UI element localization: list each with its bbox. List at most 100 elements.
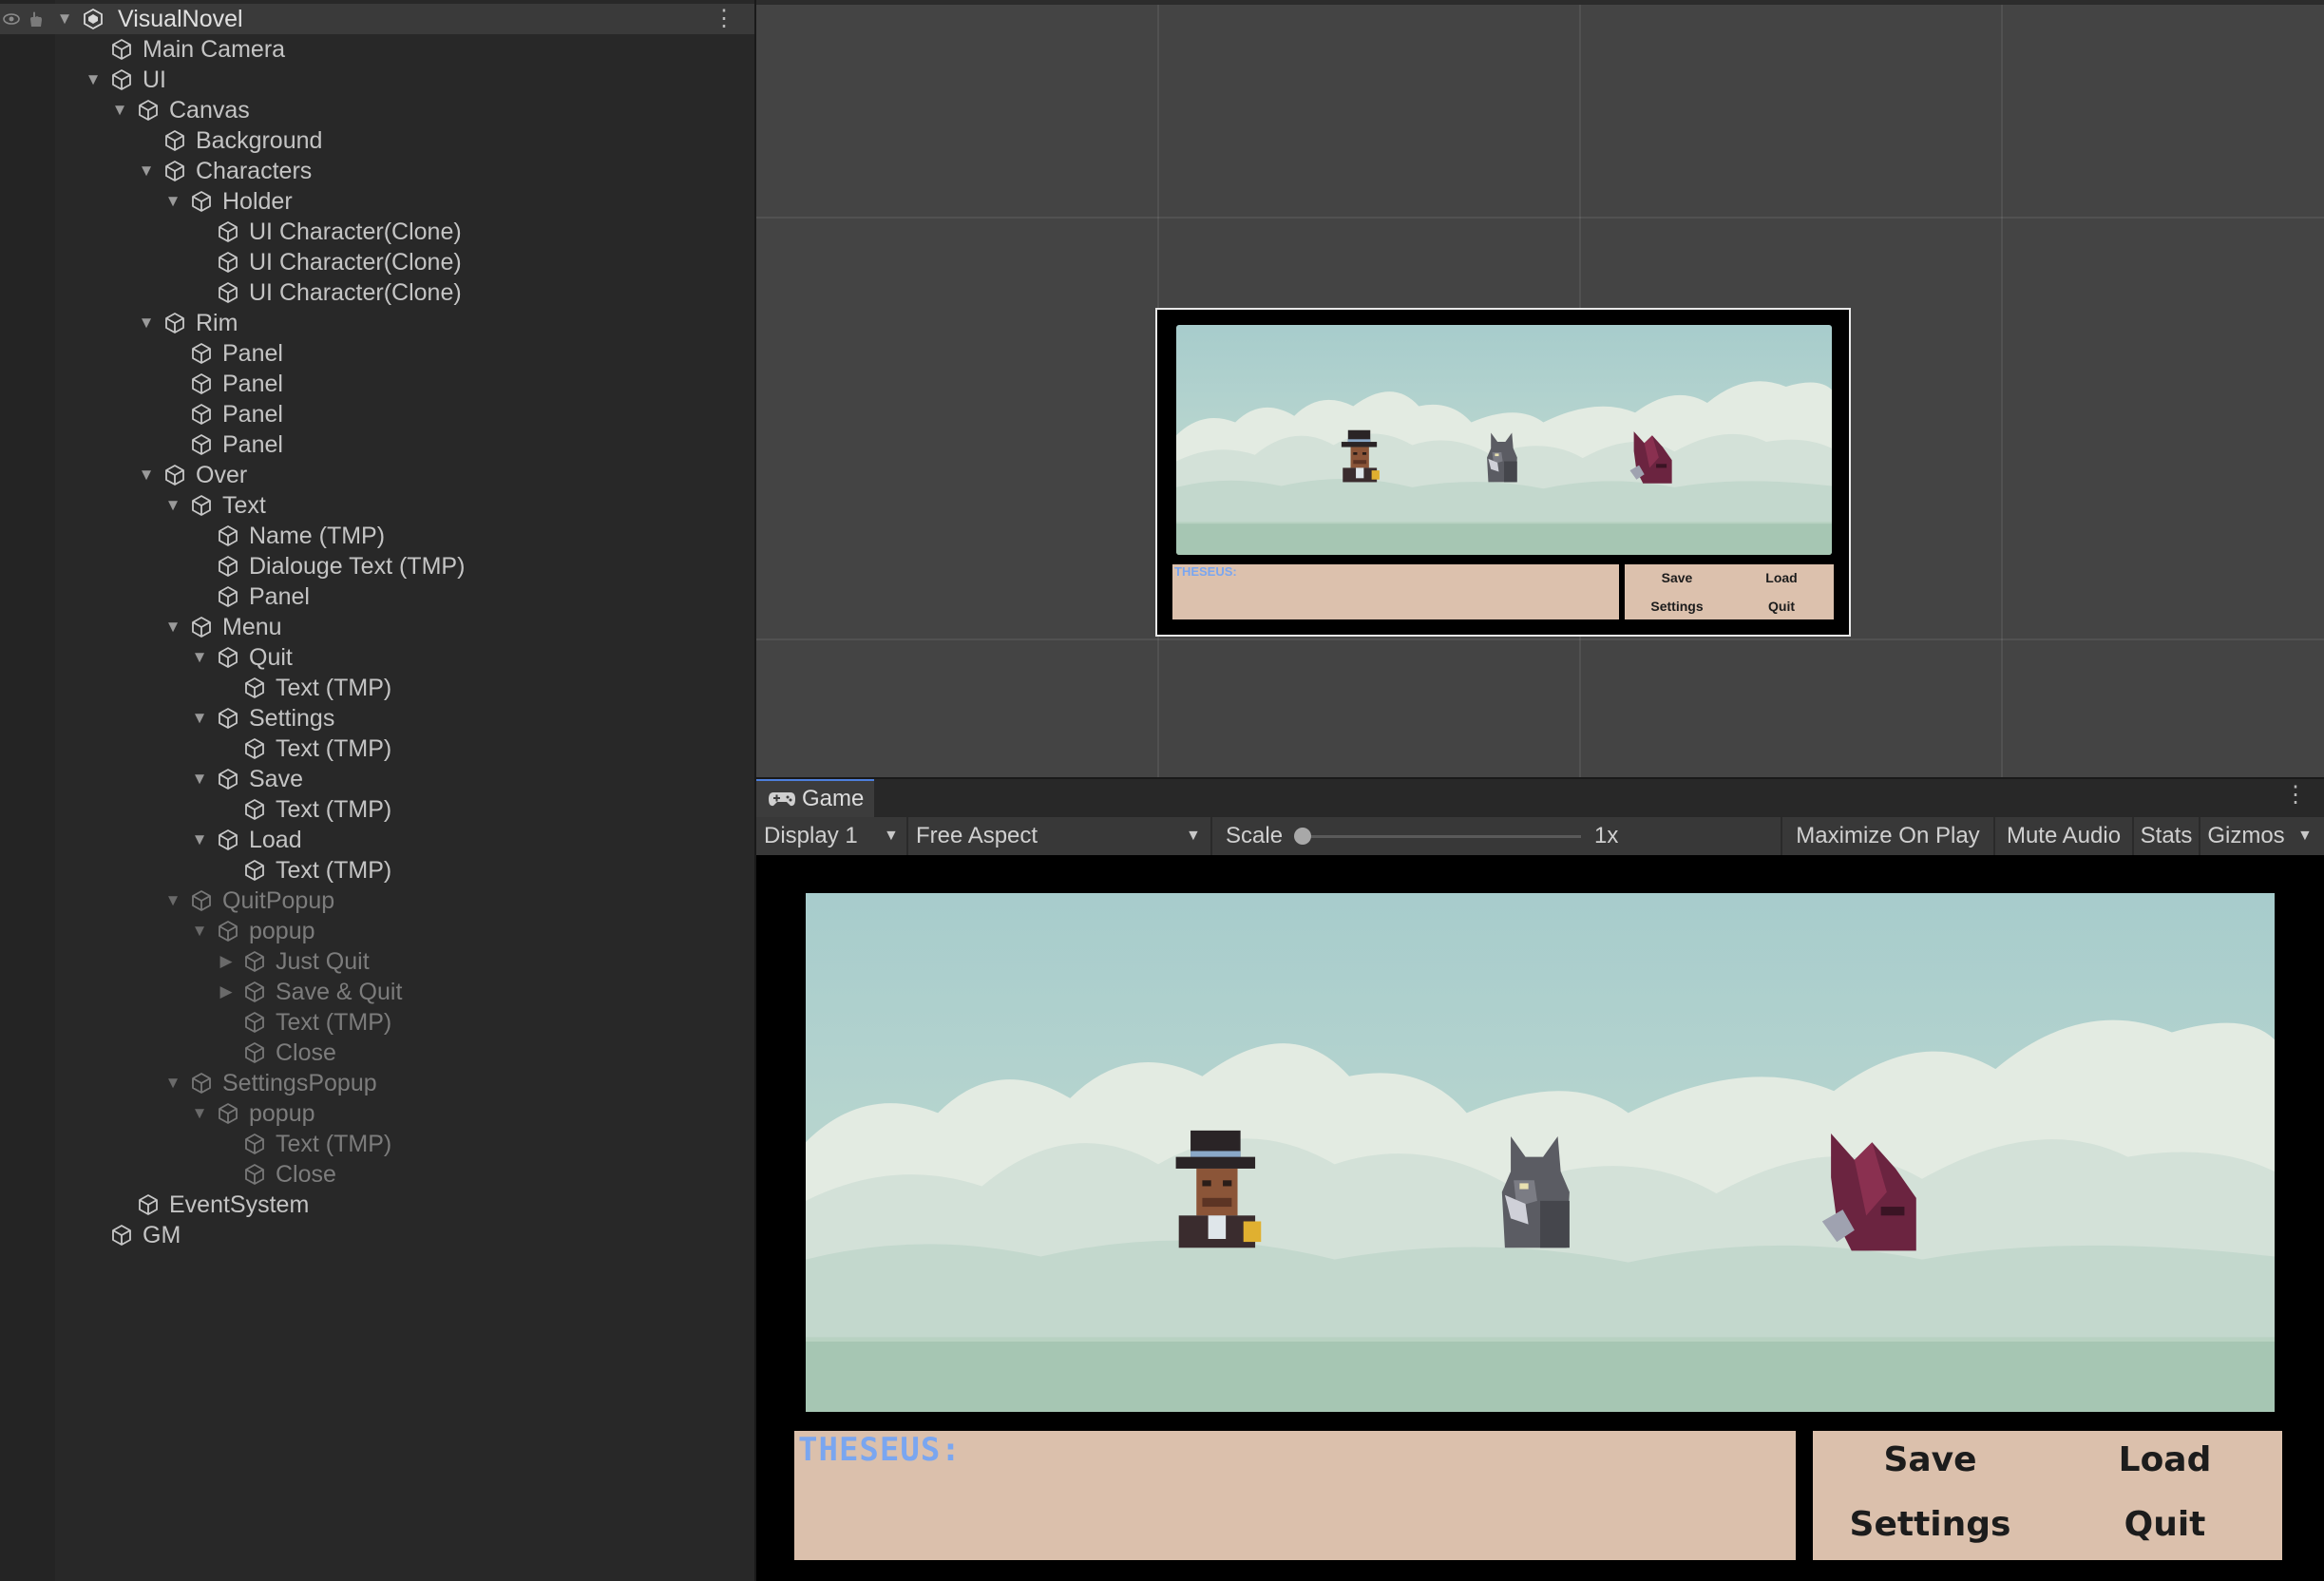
fold-toggle[interactable]: ▼ (137, 308, 156, 338)
fold-toggle[interactable]: ▼ (163, 1068, 182, 1098)
hierarchy-item-text-tmp[interactable]: Text (TMP) (0, 733, 754, 764)
scene-load-button[interactable]: Load (1729, 570, 1834, 585)
fold-toggle[interactable]: ▼ (55, 4, 74, 34)
hierarchy-item-text-tmp[interactable]: Text (TMP) (0, 673, 754, 703)
scene-save-button[interactable]: Save (1625, 570, 1729, 585)
fold-toggle[interactable]: ▼ (190, 1098, 209, 1129)
fold-toggle[interactable]: ▼ (190, 764, 209, 794)
aspect-dropdown[interactable]: Free Aspect ▼ (908, 817, 1212, 855)
mute-audio-toggle[interactable]: Mute Audio (1995, 817, 2134, 855)
hierarchy-item-settings[interactable]: ▼ Settings (0, 703, 754, 733)
hierarchy-item-text-tmp[interactable]: Text (TMP) (0, 1007, 754, 1038)
fold-toggle[interactable]: ▼ (137, 156, 156, 186)
hierarchy-item-ui-character[interactable]: UI Character(Clone) (0, 247, 754, 277)
fold-toggle[interactable]: ▼ (163, 612, 182, 642)
display-dropdown[interactable]: Display 1 ▼ (756, 817, 908, 855)
kebab-menu-icon[interactable]: ⋮ (713, 4, 735, 34)
hierarchy-item-close[interactable]: Close (0, 1159, 754, 1190)
hierarchy-item-popup[interactable]: ▼ popup (0, 1098, 754, 1129)
fold-toggle[interactable]: ▼ (84, 65, 103, 95)
hierarchy-item-rim[interactable]: ▼ Rim (0, 308, 754, 338)
hierarchy-item-holder[interactable]: ▼ Holder (0, 186, 754, 217)
scene-canvas-frame[interactable]: THESEUS: Save Load Settings Quit (1155, 308, 1851, 637)
fold-toggle[interactable]: ▼ (137, 460, 156, 490)
hierarchy-item-text[interactable]: ▼ Text (0, 490, 754, 521)
save-button[interactable]: Save (1813, 1440, 2048, 1479)
hierarchy-item-characters[interactable]: ▼ Characters (0, 156, 754, 186)
hand-icon[interactable] (27, 10, 46, 29)
hierarchy-item-just-quit[interactable]: ▶ Just Quit (0, 946, 754, 977)
hierarchy-item-text-tmp[interactable]: Text (TMP) (0, 794, 754, 825)
hierarchy-item-save-and-quit[interactable]: ▶ Save & Quit (0, 977, 754, 1007)
hierarchy-item-panel[interactable]: Panel (0, 369, 754, 399)
hierarchy-item-quitpopup[interactable]: ▼ QuitPopup (0, 886, 754, 916)
hierarchy-item-canvas[interactable]: ▼ Canvas (0, 95, 754, 125)
hierarchy-item-panel[interactable]: Panel (0, 338, 754, 369)
gizmos-toggle[interactable]: Gizmos (2200, 817, 2292, 855)
item-label: Text (TMP) (276, 796, 392, 823)
hierarchy-item-background[interactable]: Background (0, 125, 754, 156)
fold-toggle[interactable]: ▼ (190, 642, 209, 673)
scene-view[interactable]: THESEUS: Save Load Settings Quit (756, 0, 2324, 777)
hierarchy-item-eventsystem[interactable]: EventSystem (0, 1190, 754, 1220)
gamepad-icon (769, 792, 795, 807)
fold-toggle[interactable]: ▼ (190, 916, 209, 946)
hierarchy-item-gm[interactable]: GM (0, 1220, 754, 1250)
tab-game[interactable]: Game (756, 779, 874, 817)
hierarchy-item-panel[interactable]: Panel (0, 581, 754, 612)
item-label: Text (TMP) (276, 857, 392, 884)
scene-top-strip (756, 0, 2324, 5)
hierarchy-item-panel[interactable]: Panel (0, 399, 754, 429)
fold-toggle[interactable]: ▼ (190, 825, 209, 855)
scene-quit-button[interactable]: Quit (1729, 599, 1834, 614)
hierarchy-item-ui[interactable]: ▼ UI (0, 65, 754, 95)
eye-icon[interactable] (2, 10, 21, 29)
hierarchy-item-popup[interactable]: ▼ popup (0, 916, 754, 946)
hierarchy-item-main-camera[interactable]: Main Camera (0, 34, 754, 65)
dialogue-box[interactable]: THESEUS: (794, 1431, 1796, 1560)
hierarchy-item-name-tmp[interactable]: Name (TMP) (0, 521, 754, 551)
hierarchy-item-close[interactable]: Close (0, 1038, 754, 1068)
hierarchy-item-dialogue-text[interactable]: Dialouge Text (TMP) (0, 551, 754, 581)
quit-button[interactable]: Quit (2048, 1505, 2282, 1544)
speaker-name: THESEUS: (798, 1431, 962, 1469)
fold-toggle[interactable]: ▼ (163, 490, 182, 521)
hierarchy-item-ui-character[interactable]: UI Character(Clone) (0, 217, 754, 247)
load-button[interactable]: Load (2048, 1440, 2282, 1479)
hierarchy-item-over[interactable]: ▼ Over (0, 460, 754, 490)
kebab-menu-icon[interactable]: ⋮ (2284, 781, 2307, 809)
scale-label: Scale (1226, 823, 1284, 848)
scale-slider-track[interactable] (1300, 835, 1581, 838)
fold-toggle[interactable]: ▼ (163, 186, 182, 217)
game-viewport[interactable]: THESEUS: Save Load Settings Quit (756, 855, 2324, 1581)
item-label: Close (276, 1161, 336, 1188)
game-toolbar: Display 1 ▼ Free Aspect ▼ Scale 1x Maxim… (756, 817, 2324, 856)
hierarchy-item-text-tmp[interactable]: Text (TMP) (0, 855, 754, 886)
scale-slider-handle[interactable] (1294, 828, 1311, 845)
hierarchy-item-text-tmp[interactable]: Text (TMP) (0, 1129, 754, 1159)
hierarchy-item-panel[interactable]: Panel (0, 429, 754, 460)
chevron-down-icon[interactable]: ▼ (2297, 817, 2313, 855)
stats-toggle[interactable]: Stats (2134, 817, 2200, 855)
fold-toggle[interactable]: ▼ (163, 886, 182, 916)
cube-icon (219, 252, 238, 273)
hierarchy-item-menu[interactable]: ▼ Menu (0, 612, 754, 642)
hierarchy-item-ui-character[interactable]: UI Character(Clone) (0, 277, 754, 308)
item-label: popup (249, 1100, 315, 1127)
scene-settings-button[interactable]: Settings (1625, 599, 1729, 614)
settings-button[interactable]: Settings (1813, 1505, 2048, 1544)
hierarchy-item-quit[interactable]: ▼ Quit (0, 642, 754, 673)
fold-toggle[interactable]: ▶ (217, 946, 236, 977)
fold-toggle[interactable]: ▼ (190, 703, 209, 733)
hierarchy-item-settingspopup[interactable]: ▼ SettingsPopup (0, 1068, 754, 1098)
fold-toggle[interactable]: ▶ (217, 977, 236, 1007)
hierarchy-root-row[interactable]: ▼ VisualNovel ⋮ (0, 4, 754, 34)
cube-icon (245, 738, 264, 759)
item-label: Text (222, 492, 266, 519)
hierarchy-item-load[interactable]: ▼ Load (0, 825, 754, 855)
hierarchy-item-save[interactable]: ▼ Save (0, 764, 754, 794)
item-label: Close (276, 1039, 336, 1066)
maximize-on-play-toggle[interactable]: Maximize On Play (1782, 817, 1995, 855)
cube-icon (245, 1012, 264, 1033)
fold-toggle[interactable]: ▼ (110, 95, 129, 125)
